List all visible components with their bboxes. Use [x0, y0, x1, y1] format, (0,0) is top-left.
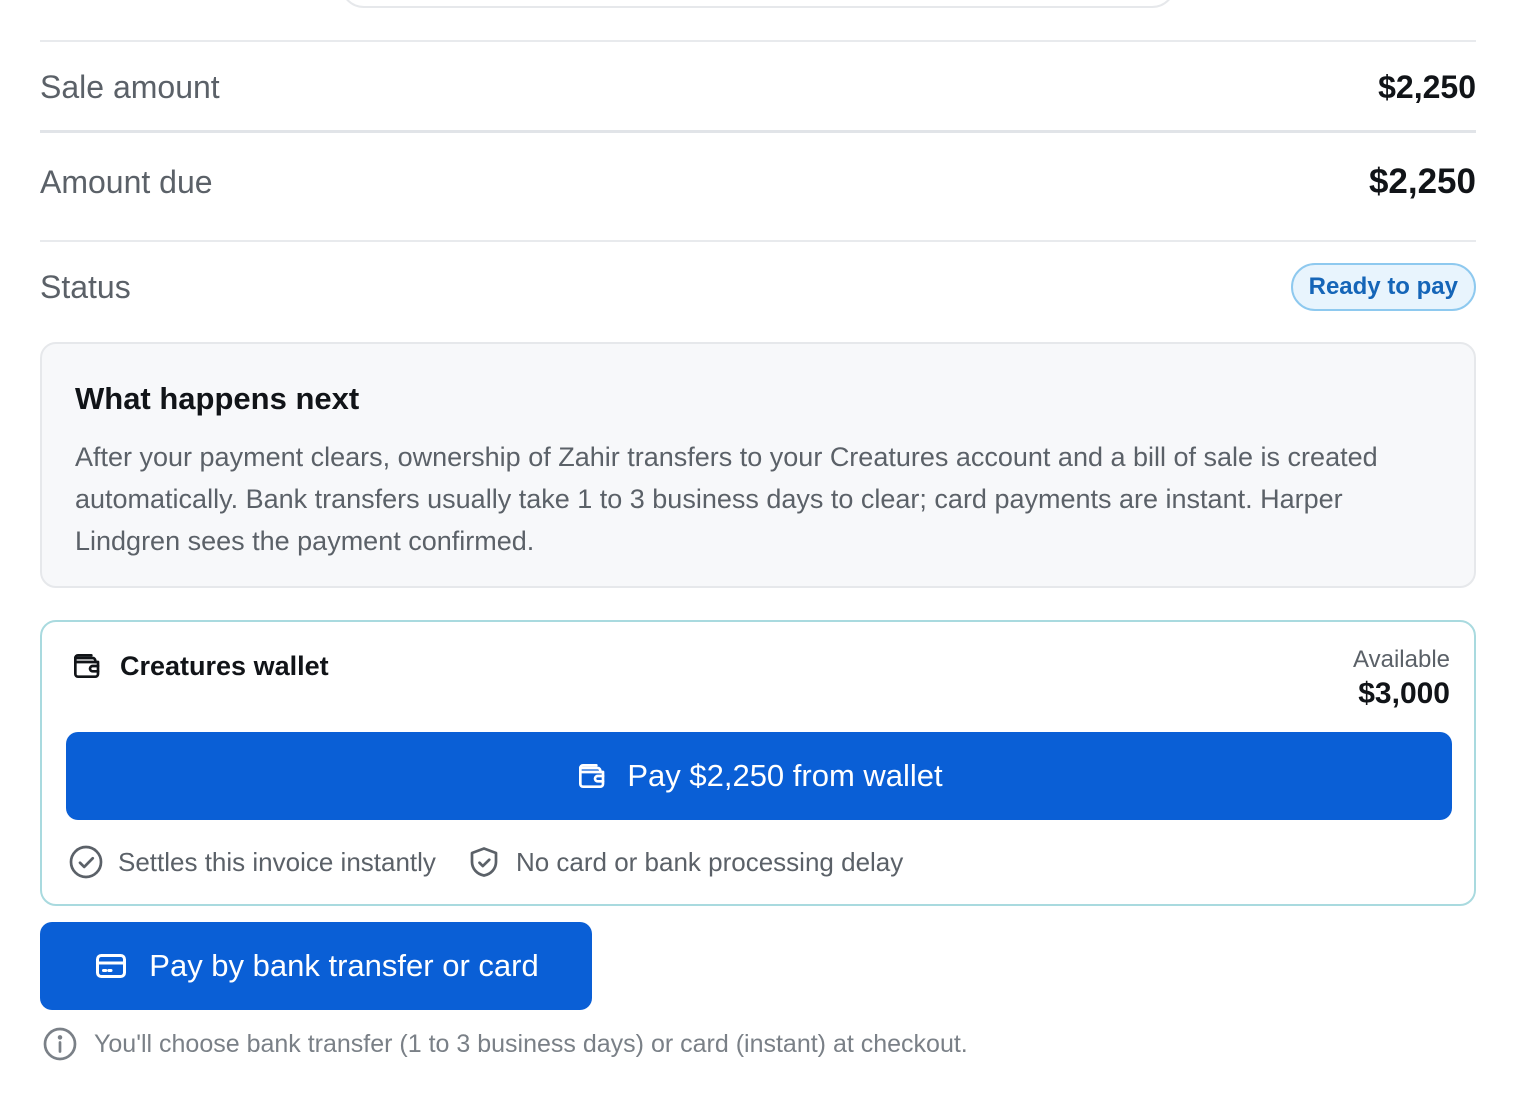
wallet-title: Creatures wallet	[120, 650, 329, 681]
what-happens-next-card: What happens next After your payment cle…	[40, 342, 1476, 588]
divider	[40, 130, 1476, 133]
payment-page: Sale amount $2,250 Amount due $2,250 Sta…	[0, 0, 1516, 1110]
amount-due-row: Amount due $2,250	[40, 156, 1476, 208]
top-field-edge	[340, 0, 1176, 8]
wallet-header: Creatures wallet	[70, 650, 329, 682]
status-row: Status Ready to pay	[40, 262, 1476, 312]
check-circle-icon	[68, 844, 104, 880]
feature-no-delay: No card or bank processing delay	[466, 844, 903, 880]
info-icon	[42, 1026, 78, 1062]
wallet-icon	[70, 650, 102, 682]
info-body: After your payment clears, ownership of …	[75, 442, 1378, 556]
wallet-features: Settles this invoice instantly No card o…	[68, 844, 903, 880]
sale-amount-label: Sale amount	[40, 68, 220, 105]
amount-due-label: Amount due	[40, 163, 213, 200]
amount-due-value: $2,250	[1368, 162, 1476, 201]
pay-bank-or-card-label: Pay by bank transfer or card	[149, 948, 539, 983]
divider	[40, 240, 1476, 242]
available-value: $3,000	[1358, 677, 1450, 710]
shield-check-icon	[466, 844, 502, 880]
feature-instant-settle: Settles this invoice instantly	[68, 844, 436, 880]
status-badge: Ready to pay	[1290, 263, 1476, 311]
feature-label: No card or bank processing delay	[515, 846, 904, 877]
credit-card-icon	[93, 948, 129, 984]
status-label: Status	[40, 268, 131, 305]
checkout-note-text: You'll choose bank transfer (1 to 3 busi…	[94, 1029, 968, 1058]
sale-amount-row: Sale amount $2,250	[40, 62, 1476, 112]
pay-from-wallet-button[interactable]: Pay $2,250 from wallet	[66, 732, 1452, 820]
divider	[40, 40, 1476, 42]
checkout-note: You'll choose bank transfer (1 to 3 busi…	[42, 1026, 968, 1062]
pay-bank-or-card-button[interactable]: Pay by bank transfer or card	[40, 922, 592, 1010]
pay-from-wallet-label: Pay $2,250 from wallet	[627, 758, 943, 793]
feature-label: Settles this invoice instantly	[118, 846, 436, 877]
info-title: What happens next	[75, 381, 360, 416]
sale-amount-value: $2,250	[1378, 68, 1476, 105]
available-label: Available	[1353, 646, 1450, 673]
wallet-icon	[575, 760, 607, 792]
wallet-card: Creatures wallet Available $3,000 Pay $2…	[40, 620, 1476, 906]
wallet-available: Available $3,000	[1353, 646, 1450, 714]
